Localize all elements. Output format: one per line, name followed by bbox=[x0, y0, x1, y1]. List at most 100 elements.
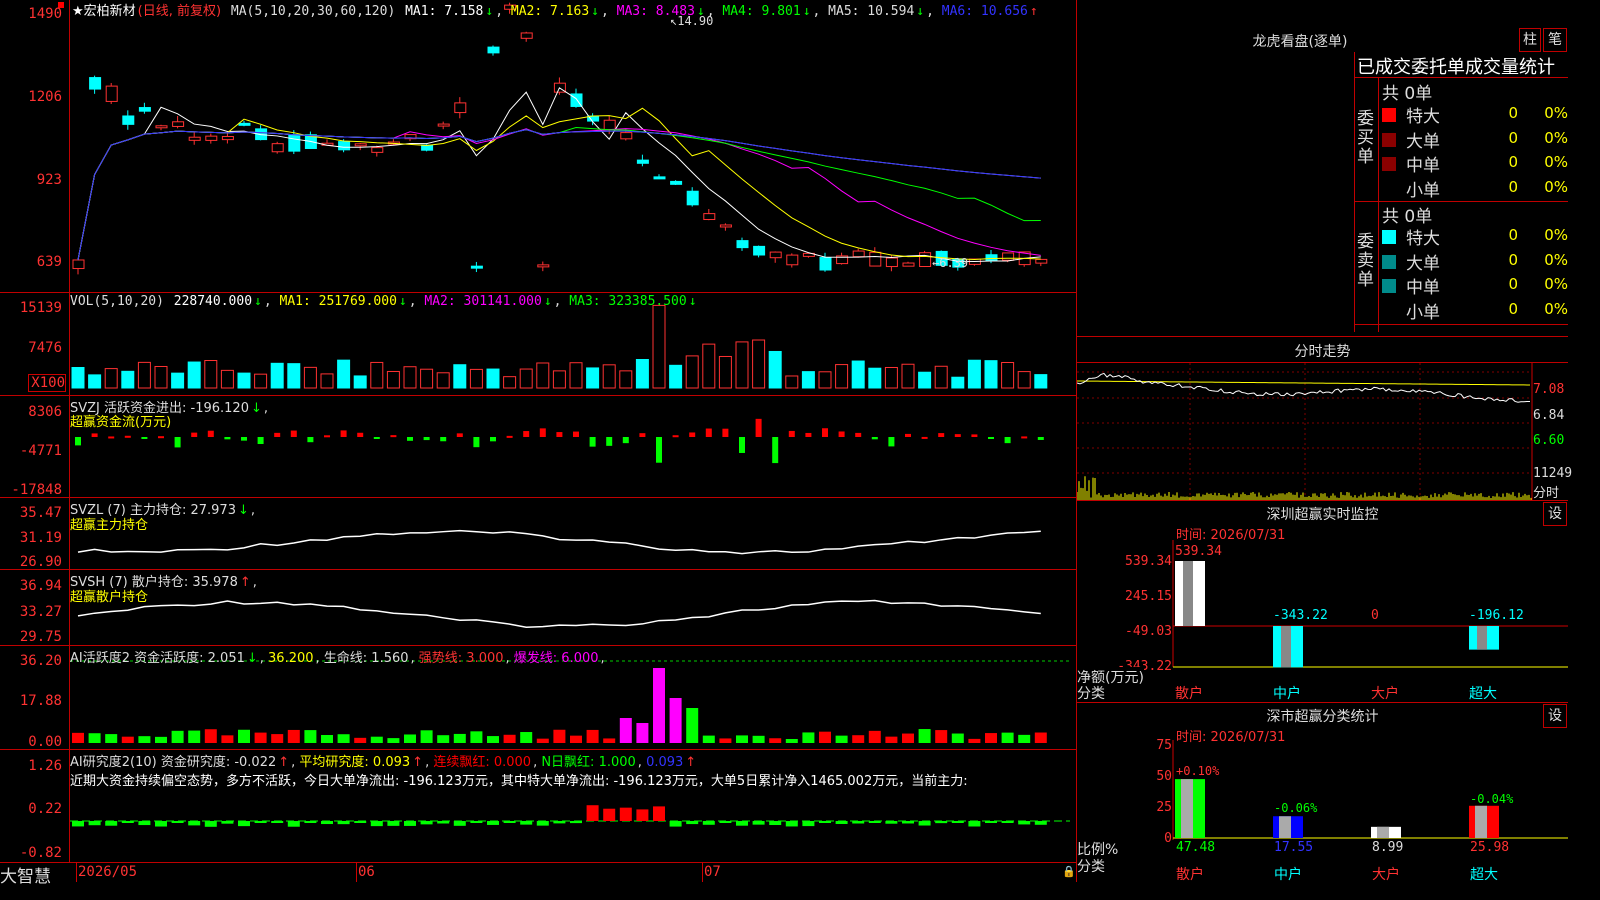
research-bar bbox=[1018, 821, 1031, 825]
monitor-settings-button[interactable]: 设 bbox=[1543, 502, 1567, 526]
classify-settings-button[interactable]: 设 bbox=[1543, 704, 1567, 728]
research-bar bbox=[437, 821, 450, 824]
volume-bar bbox=[569, 362, 583, 389]
activity-bar bbox=[603, 738, 616, 743]
flow-bar bbox=[124, 435, 131, 438]
tick-view-button[interactable]: 笔 bbox=[1543, 28, 1567, 52]
activity-bar bbox=[769, 738, 782, 743]
candle-body bbox=[686, 190, 699, 206]
intraday-vol-label: 11249 bbox=[1533, 466, 1573, 481]
arrow-icon: ↓ bbox=[591, 4, 599, 19]
ytick-label: 36.20 bbox=[19, 653, 62, 669]
intraday-unit: 分时 bbox=[1533, 486, 1560, 501]
divider bbox=[1378, 77, 1379, 332]
vol-value: 228740.000 bbox=[173, 294, 253, 309]
research-bar bbox=[204, 821, 217, 827]
ytick-label: 1206 bbox=[28, 89, 62, 105]
volume-bar bbox=[536, 362, 550, 389]
candle-body bbox=[454, 102, 467, 114]
order-size-label: 大单 bbox=[1406, 131, 1440, 152]
bar-value-label: -343.22 bbox=[1273, 608, 1328, 623]
ytick-label: 31.19 bbox=[19, 530, 62, 546]
volume-bar bbox=[918, 371, 932, 389]
volume-bar bbox=[436, 372, 450, 389]
research-bar bbox=[619, 807, 632, 821]
candle-body bbox=[537, 264, 550, 268]
chart-area[interactable] bbox=[0, 0, 1076, 882]
vol-unit-label: X100 bbox=[28, 374, 66, 392]
ytick-label: 639 bbox=[36, 254, 62, 270]
activity-bar bbox=[337, 734, 350, 743]
vol-ma3: MA3: 323385.500 bbox=[569, 294, 687, 309]
ma-line bbox=[77, 129, 1041, 261]
research-bar bbox=[553, 821, 566, 824]
flow-bar bbox=[622, 437, 629, 444]
candle-body bbox=[437, 123, 450, 127]
flow-bar bbox=[423, 437, 430, 441]
svsh-line bbox=[77, 599, 1041, 628]
app-logo[interactable]: 大智慧 bbox=[0, 862, 51, 887]
activity-bar bbox=[935, 730, 948, 743]
lock-icon[interactable]: 🔒 bbox=[1062, 865, 1076, 878]
volume-bar bbox=[967, 359, 981, 389]
bar-value-label: 8.99 bbox=[1372, 840, 1404, 855]
flow-bar bbox=[274, 432, 281, 437]
ytick-label: 35.47 bbox=[19, 505, 62, 521]
activity-bar bbox=[868, 730, 881, 743]
monitor-title: 深圳超赢实时监控 bbox=[1266, 507, 1379, 523]
volume-bar bbox=[785, 375, 799, 389]
volume-bar bbox=[1001, 361, 1015, 389]
dragon-tabs[interactable]: 已成交委托单成交量统计 bbox=[1357, 53, 1568, 79]
activity-bar bbox=[669, 698, 682, 743]
ratio-bar-shade bbox=[1181, 779, 1193, 838]
order-percent: 0% bbox=[1544, 226, 1568, 244]
order-count: 0 bbox=[1508, 226, 1518, 244]
chart-mode: (日线, 前复权) bbox=[137, 4, 222, 19]
candle-body bbox=[89, 77, 102, 90]
flow-bar bbox=[988, 437, 994, 439]
volume-bar bbox=[337, 359, 351, 389]
activity-bar bbox=[72, 732, 84, 743]
research-bar bbox=[188, 821, 201, 826]
divider bbox=[1077, 336, 1568, 337]
arrow-icon: ↓ bbox=[398, 294, 407, 309]
volume-bar bbox=[752, 339, 766, 389]
flow-bar bbox=[656, 437, 662, 463]
flow-bar bbox=[75, 437, 81, 446]
ma1: MA1: 7.158 bbox=[405, 4, 484, 19]
order-count: 0 bbox=[1508, 104, 1518, 122]
stock-name[interactable]: ★宏柏新材 bbox=[72, 4, 136, 19]
ytick-label: 75 bbox=[1156, 738, 1172, 753]
main-header: ★宏柏新材 (日线, 前复权) MA(5,10,20,30,60,120) MA1… bbox=[72, 4, 1038, 19]
flow-bar bbox=[207, 430, 214, 437]
volume-bar bbox=[835, 364, 849, 389]
research-bar bbox=[536, 821, 549, 826]
research-bar bbox=[487, 821, 499, 825]
flow-bar bbox=[855, 432, 862, 437]
volume-bar bbox=[934, 365, 948, 389]
bar-view-button[interactable]: 柱 bbox=[1519, 28, 1541, 52]
activity-bar bbox=[719, 738, 732, 743]
research-bar bbox=[221, 821, 234, 824]
intraday-chart[interactable] bbox=[1077, 363, 1568, 500]
activity-bar bbox=[354, 737, 367, 743]
ma6: MA6: 10.656 bbox=[941, 4, 1028, 19]
flow-bar bbox=[1021, 436, 1028, 439]
volume-bar bbox=[801, 371, 815, 389]
research-bar bbox=[586, 805, 599, 821]
activity-bar bbox=[1018, 734, 1031, 743]
order-count: 0 bbox=[1508, 128, 1518, 147]
research-bar bbox=[354, 821, 367, 823]
ma-line bbox=[77, 128, 1041, 261]
flow-bar bbox=[573, 431, 579, 437]
activity-bar bbox=[470, 731, 483, 743]
order-count: 0 bbox=[1508, 299, 1518, 318]
activity-bar bbox=[636, 723, 649, 743]
activity-bar bbox=[453, 733, 466, 743]
volume-bar bbox=[768, 350, 782, 389]
ma4: MA4: 9.801 bbox=[722, 4, 801, 19]
legend-swatch bbox=[1382, 230, 1396, 244]
category-label: 中户 bbox=[1274, 867, 1302, 883]
ai2-header: AI研究度2(10) 资金研究度: -0.022 ↑, 平均研究度: 0.093 ↑… bbox=[70, 755, 697, 770]
flow-bar bbox=[340, 430, 347, 437]
